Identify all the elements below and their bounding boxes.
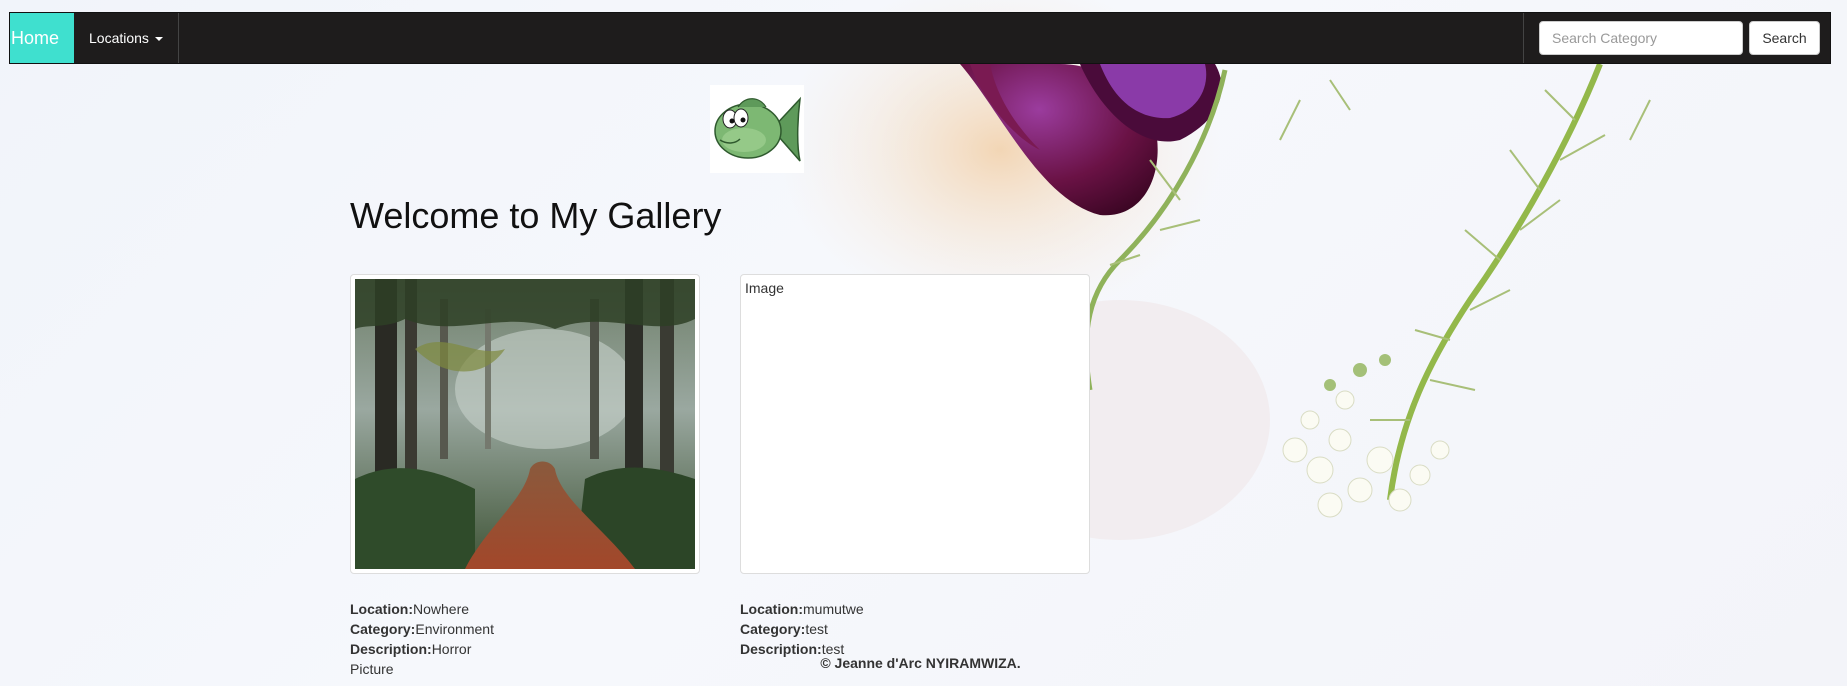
forest-path-photo	[355, 279, 695, 569]
category-label: Category:	[740, 621, 806, 637]
location-label: Location:	[350, 601, 413, 617]
nav-locations-label: Locations	[89, 30, 149, 46]
search-form: Search	[1523, 13, 1830, 63]
fish-logo-icon	[714, 96, 802, 162]
location-value: mumutwe	[803, 601, 864, 617]
category-value: test	[805, 621, 828, 637]
broken-image-alt-text: Image	[745, 280, 784, 296]
caret-down-icon	[154, 37, 163, 42]
category-label: Category:	[350, 621, 416, 637]
footer-copyright: © Jeanne d'Arc NYIRAMWIZA.	[820, 655, 1021, 671]
location-label: Location:	[740, 601, 803, 617]
image-details: Location:mumutwe Category:test Descripti…	[740, 599, 864, 659]
page-title: Welcome to My Gallery	[350, 195, 722, 236]
location-value: Nowhere	[413, 601, 470, 617]
site-logo	[710, 85, 804, 173]
category-value: Environment	[415, 621, 494, 637]
search-button[interactable]: Search	[1749, 21, 1820, 55]
gallery-image-broken[interactable]: Image	[740, 274, 1090, 574]
nav-locations-dropdown[interactable]: Locations	[74, 13, 179, 63]
gallery-image[interactable]	[350, 274, 700, 574]
top-navbar: Home Locations Search	[9, 12, 1831, 64]
nav-home-link[interactable]: Home	[10, 13, 74, 63]
search-category-input[interactable]	[1539, 21, 1743, 55]
